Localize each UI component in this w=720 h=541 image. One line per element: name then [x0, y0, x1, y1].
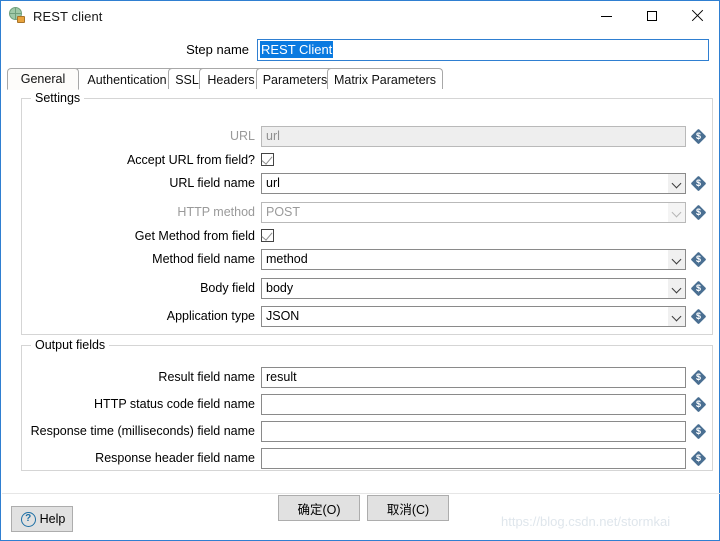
url-field-name-combo[interactable]: url	[261, 173, 686, 194]
window-title: REST client	[33, 8, 103, 24]
response-header-field-name-label: Response header field name	[95, 451, 255, 465]
cancel-button-label: 取消(C)	[386, 502, 430, 517]
tab-strip: General Authentication SSL Headers Param…	[7, 68, 715, 90]
tab-matrix-parameters[interactable]: Matrix Parameters	[327, 68, 443, 90]
globe-rest-icon	[8, 7, 26, 25]
application-type-combo[interactable]: JSON	[261, 306, 686, 327]
dollar-variable-icon[interactable]: $	[690, 396, 707, 413]
chevron-down-icon[interactable]	[668, 174, 685, 193]
method-field-name-value: method	[266, 252, 308, 266]
minimize-button[interactable]	[584, 1, 629, 31]
ok-button-label: 确定(O)	[297, 502, 341, 517]
tab-headers[interactable]: Headers	[199, 68, 263, 90]
dollar-variable-icon[interactable]: $	[690, 175, 707, 192]
help-button[interactable]: ? Help	[11, 506, 73, 532]
chevron-down-icon[interactable]	[668, 250, 685, 269]
output-fields-group-title: Output fields	[31, 338, 110, 352]
window-controls	[584, 1, 719, 31]
watermark-text: https://blog.csdn.net/stormkai	[501, 514, 671, 529]
title-bar: REST client	[1, 1, 719, 32]
tab-general[interactable]: General	[7, 68, 79, 90]
tab-parameters[interactable]: Parameters	[256, 68, 334, 90]
tab-content-general: Settings URL url $ Accept URL from field…	[7, 89, 715, 489]
tab-authentication[interactable]: Authentication	[73, 68, 181, 90]
response-time-field-name-input[interactable]	[261, 421, 686, 442]
chevron-down-icon[interactable]	[668, 279, 685, 298]
footer-divider	[2, 493, 720, 494]
maximize-button[interactable]	[629, 1, 674, 31]
step-name-input[interactable]: REST Client	[257, 39, 709, 61]
http-status-code-field-name-input[interactable]	[261, 394, 686, 415]
response-header-field-name-input[interactable]	[261, 448, 686, 469]
check-icon	[261, 229, 273, 241]
result-field-name-label: Result field name	[158, 370, 255, 384]
dollar-variable-icon[interactable]: $	[690, 204, 707, 221]
result-field-name-input[interactable]: result	[261, 367, 686, 388]
step-name-row: Step name REST Client	[1, 39, 720, 63]
http-method-value: POST	[266, 205, 301, 219]
dollar-variable-icon[interactable]: $	[690, 369, 707, 386]
help-button-label: Help	[39, 512, 66, 526]
http-status-code-field-name-label: HTTP status code field name	[94, 397, 255, 411]
maximize-icon	[646, 11, 657, 21]
step-name-value: REST Client	[260, 41, 334, 58]
application-type-label: Application type	[166, 309, 255, 323]
body-field-combo[interactable]: body	[261, 278, 686, 299]
url-field-name-label: URL field name	[169, 176, 255, 190]
accept-url-from-field-checkbox[interactable]	[261, 153, 274, 166]
close-button[interactable]	[674, 1, 719, 31]
question-mark-icon: ?	[20, 511, 36, 527]
http-method-label: HTTP method	[177, 205, 255, 219]
rest-client-dialog: REST client Step name REST Client Genera…	[0, 0, 720, 541]
method-field-name-combo[interactable]: method	[261, 249, 686, 270]
dollar-variable-icon[interactable]: $	[690, 423, 707, 440]
accept-url-from-field-label: Accept URL from field?	[126, 153, 255, 167]
response-time-field-name-label: Response time (milliseconds) field name	[30, 424, 255, 438]
minimize-icon	[601, 15, 612, 17]
ok-button[interactable]: 确定(O)	[278, 495, 360, 521]
chevron-down-icon[interactable]	[668, 203, 685, 222]
application-type-value: JSON	[266, 309, 300, 323]
body-field-value: body	[266, 281, 294, 295]
step-name-label: Step name	[186, 42, 249, 57]
url-label: URL	[229, 129, 255, 143]
close-icon	[691, 10, 703, 22]
cancel-button[interactable]: 取消(C)	[367, 495, 449, 521]
url-input[interactable]: url	[261, 126, 686, 147]
method-field-name-label: Method field name	[152, 252, 255, 266]
dollar-variable-icon[interactable]: $	[690, 128, 707, 145]
settings-group-title: Settings	[31, 91, 85, 105]
dollar-variable-icon[interactable]: $	[690, 251, 707, 268]
url-field-name-value: url	[266, 176, 280, 190]
chevron-down-icon[interactable]	[668, 307, 685, 326]
body-field-label: Body field	[200, 281, 255, 295]
check-icon	[261, 153, 273, 165]
get-method-from-field-checkbox[interactable]	[261, 229, 274, 242]
dollar-variable-icon[interactable]: $	[690, 308, 707, 325]
dollar-variable-icon[interactable]: $	[690, 280, 707, 297]
http-method-combo[interactable]: POST	[261, 202, 686, 223]
get-method-from-field-label: Get Method from field	[134, 229, 255, 243]
dollar-variable-icon[interactable]: $	[690, 450, 707, 467]
